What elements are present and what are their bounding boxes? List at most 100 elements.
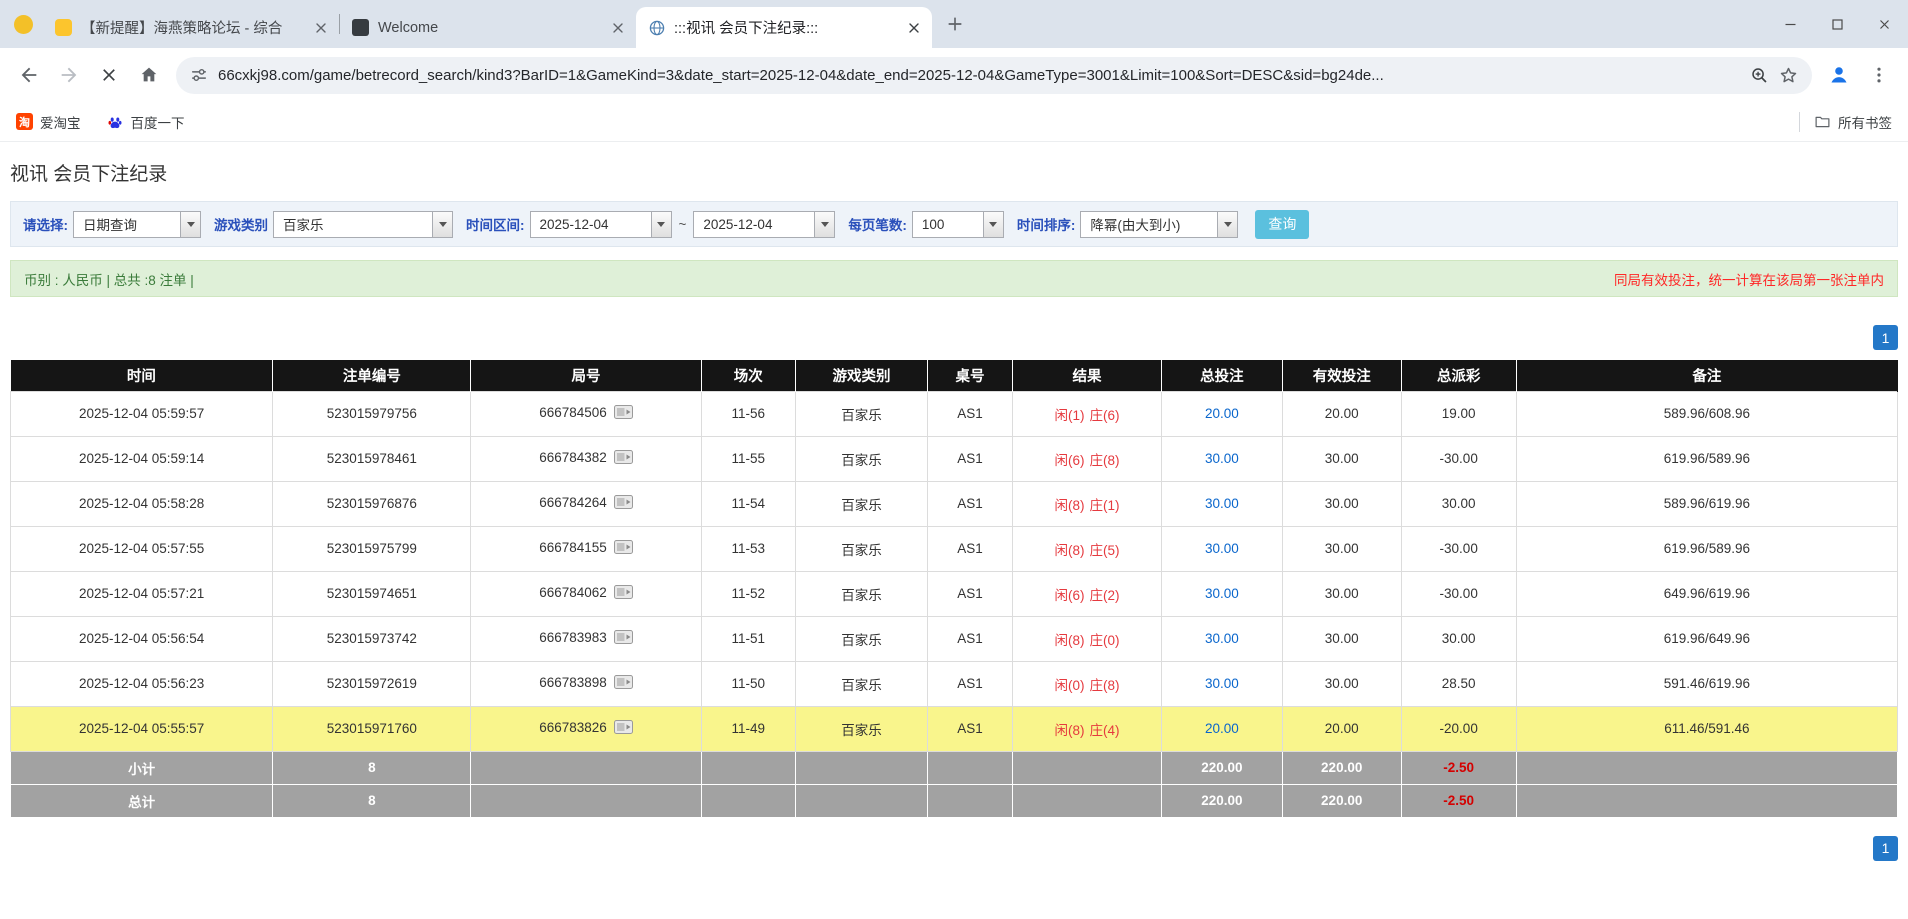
browser-window: 【新提醒】海燕策略论坛 - 综合 Welcome :::视讯 会员下注纪录::: xyxy=(0,0,1908,861)
profile-badge-icon[interactable] xyxy=(14,14,33,34)
tab-betrecord[interactable]: :::视讯 会员下注纪录::: xyxy=(636,7,932,48)
home-button[interactable] xyxy=(130,56,168,94)
tab-welcome[interactable]: Welcome xyxy=(340,7,636,48)
time-cell: 2025-12-04 05:55:57 xyxy=(9,705,274,752)
page-size-input[interactable]: 100 xyxy=(911,210,1004,238)
game-type-value: 百家乐 xyxy=(283,218,324,233)
replay-video-icon[interactable] xyxy=(613,720,633,737)
time-cell: 2025-12-04 05:57:55 xyxy=(9,525,274,572)
sort-order-select[interactable]: 降幂(由大到小) xyxy=(1080,210,1239,238)
total-bet-link[interactable]: 30.00 xyxy=(1205,496,1239,511)
valid-bet-cell: 30.00 xyxy=(1281,660,1402,707)
replay-video-icon[interactable] xyxy=(613,540,633,557)
note-cell: 589.96/619.96 xyxy=(1515,480,1899,527)
date-end-input[interactable]: 2025-12-04 xyxy=(693,210,836,238)
zoom-icon[interactable] xyxy=(1750,66,1769,85)
stop-loading-icon[interactable] xyxy=(90,56,128,94)
pagination-bottom: 1 xyxy=(10,835,1898,861)
query-type-select[interactable]: 日期查询 xyxy=(73,210,201,238)
col-header-game-type: 游戏类别 xyxy=(795,360,929,391)
result-cell: 闲(6) 庄(2) xyxy=(1011,570,1163,617)
site-info-icon[interactable] xyxy=(190,66,208,84)
date-start-input[interactable]: 2025-12-04 xyxy=(529,210,672,238)
replay-video-icon[interactable] xyxy=(613,450,633,467)
result-player: 闲(8) xyxy=(1054,722,1085,738)
total-bet-link[interactable]: 30.00 xyxy=(1205,586,1239,601)
chevron-down-icon[interactable] xyxy=(1217,211,1238,237)
address-bar[interactable]: 66cxkj98.com/game/betrecord_search/kind3… xyxy=(176,56,1812,94)
subtotal-row: 小计 8 220.00 220.00 -2.50 xyxy=(9,750,1899,785)
payout-cell: 30.00 xyxy=(1400,615,1517,662)
all-bookmarks-label: 所有书签 xyxy=(1838,115,1892,131)
table-no-cell: AS1 xyxy=(927,705,1013,752)
round-cell: 666784382 xyxy=(470,435,702,482)
replay-video-icon[interactable] xyxy=(613,495,633,512)
total-bet-link[interactable]: 30.00 xyxy=(1205,631,1239,646)
close-tab-icon[interactable] xyxy=(609,19,626,36)
session-cell: 11-53 xyxy=(700,525,796,572)
minimize-button[interactable] xyxy=(1767,0,1814,48)
game-type-select[interactable]: 百家乐 xyxy=(273,210,453,238)
tab-forum[interactable]: 【新提醒】海燕策略论坛 - 综合 xyxy=(43,7,339,48)
bookmark-star-icon[interactable] xyxy=(1779,66,1798,85)
table-footer: 小计 8 220.00 220.00 -2.50 总计 8 220.00 220… xyxy=(9,750,1899,818)
close-tab-icon[interactable] xyxy=(905,19,922,36)
round-number: 666783983 xyxy=(539,630,607,646)
bet-id-cell: 523015975799 xyxy=(272,525,472,572)
replay-video-icon[interactable] xyxy=(613,405,633,422)
bet-id-cell: 523015978461 xyxy=(272,435,472,482)
total-bet-cell: 30.00 xyxy=(1161,570,1283,617)
search-button[interactable]: 查询 xyxy=(1255,209,1310,239)
back-button[interactable] xyxy=(10,56,48,94)
new-tab-button[interactable] xyxy=(940,9,970,39)
total-bet-link[interactable]: 30.00 xyxy=(1205,676,1239,691)
table-no-cell: AS1 xyxy=(927,570,1013,617)
total-bet-link[interactable]: 20.00 xyxy=(1205,721,1239,736)
chevron-down-icon[interactable] xyxy=(982,211,1003,237)
sort-order-value: 降幂(由大到小) xyxy=(1090,218,1181,233)
empty-cell xyxy=(1515,783,1899,818)
total-bet-link[interactable]: 30.00 xyxy=(1205,541,1239,556)
bet-id-cell: 523015972619 xyxy=(272,660,472,707)
forward-button[interactable] xyxy=(50,56,88,94)
table-row: 2025-12-04 05:56:23 523015972619 6667838… xyxy=(9,660,1899,707)
col-header-time: 时间 xyxy=(10,360,274,391)
chevron-down-icon[interactable] xyxy=(650,211,671,237)
total-bet-link[interactable]: 30.00 xyxy=(1205,451,1239,466)
total-count-cell: 8 xyxy=(272,783,472,818)
total-bet-cell: 20.00 xyxy=(1161,705,1283,752)
chevron-down-icon[interactable] xyxy=(432,211,452,237)
menu-icon[interactable] xyxy=(1860,56,1898,94)
replay-video-icon[interactable] xyxy=(613,585,633,602)
maximize-button[interactable] xyxy=(1814,0,1861,48)
chevron-down-icon[interactable] xyxy=(814,211,835,237)
valid-bet-cell: 20.00 xyxy=(1281,705,1402,752)
total-bet-link[interactable]: 20.00 xyxy=(1205,406,1239,421)
page-button-1[interactable]: 1 xyxy=(1873,325,1898,350)
session-cell: 11-56 xyxy=(700,390,796,437)
profile-button[interactable] xyxy=(1820,56,1858,94)
close-tab-icon[interactable] xyxy=(312,19,329,36)
subtotal-total-bet-cell: 220.00 xyxy=(1161,750,1283,785)
query-type-group: 请选择: 日期查询 xyxy=(23,210,201,238)
table-header: 时间 注单编号 局号 场次 游戏类别 桌号 结果 总投注 有效投注 总派彩 备注 xyxy=(10,360,1899,391)
url-text[interactable]: 66cxkj98.com/game/betrecord_search/kind3… xyxy=(218,67,1740,84)
bookmark-baidu[interactable]: 百度一下 xyxy=(107,112,185,132)
currency-summary-text: 币别 : 人民币 | 总共 :8 注单 | xyxy=(24,272,194,288)
close-window-button[interactable] xyxy=(1861,0,1908,48)
round-number: 666784062 xyxy=(539,585,607,601)
result-cell: 闲(8) 庄(1) xyxy=(1011,480,1163,527)
result-player: 闲(6) xyxy=(1054,587,1085,603)
replay-video-icon[interactable] xyxy=(613,675,633,692)
table-row: 2025-12-04 05:59:57 523015979756 6667845… xyxy=(9,390,1899,437)
bookmark-aitaobao[interactable]: 淘 爱淘宝 xyxy=(16,112,81,132)
sort-order-label: 时间排序: xyxy=(1016,218,1076,233)
all-bookmarks-button[interactable]: 所有书签 xyxy=(1814,112,1892,132)
chevron-down-icon[interactable] xyxy=(180,211,200,237)
tab-title: Welcome xyxy=(378,19,439,36)
query-type-label: 请选择: xyxy=(23,218,68,233)
baidu-paw-icon xyxy=(107,113,124,130)
replay-video-icon[interactable] xyxy=(613,630,633,647)
page-button-1[interactable]: 1 xyxy=(1873,835,1898,861)
bookmarks-bar: 淘 爱淘宝 百度一下 所有书签 xyxy=(0,102,1908,142)
